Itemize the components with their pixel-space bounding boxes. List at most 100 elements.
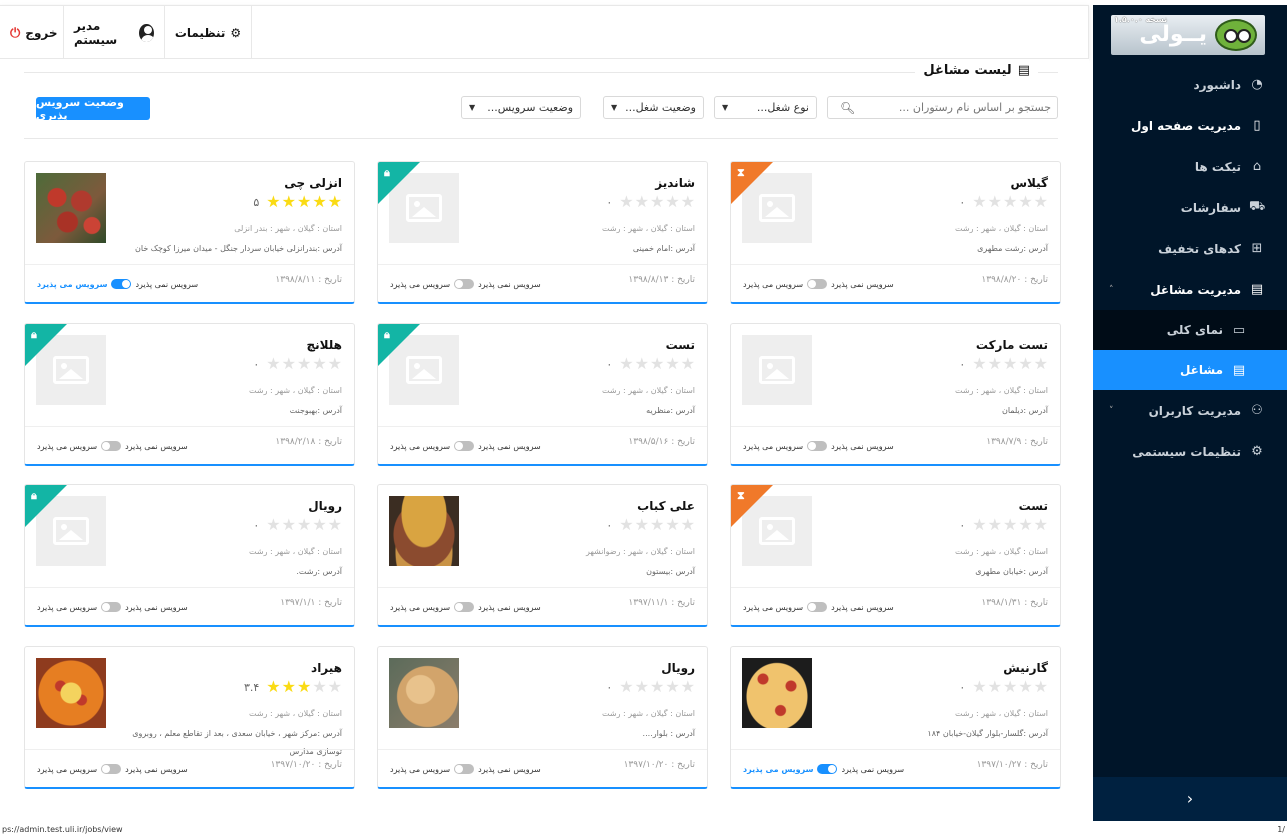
- job-card[interactable]: علی کباب ۰ ★ ★ ★ ★ ★ استان : گیلان ، شهر : رضوا…: [377, 484, 708, 627]
- service-toggle-group: سرویس می پذیرد سرویس نمی پذیرد: [743, 441, 894, 451]
- job-status-select[interactable]: وضعیت شغل... ▼: [603, 96, 704, 119]
- sidebar-item-label: مشاغل: [1179, 363, 1223, 377]
- job-date: تاریخ : ۱۳۹۸/۲/۱۸: [275, 437, 342, 447]
- service-toggle[interactable]: [817, 764, 838, 774]
- search-input[interactable]: [855, 101, 1051, 114]
- service-on-label: سرویس می پذیرد: [390, 441, 451, 451]
- star-icon: ★: [296, 354, 312, 373]
- star-icon: ★: [312, 354, 327, 373]
- logo[interactable]: نسخه ۱.۵.۰.۰ یــولی: [1111, 15, 1265, 55]
- job-address: آدرس :خیابان مطهری: [975, 567, 1048, 576]
- divider: [25, 749, 354, 750]
- logout-button[interactable]: ⏻ خروج: [0, 6, 68, 60]
- job-location: استان : گیلان ، شهر : رشت: [602, 224, 695, 233]
- job-card[interactable]: 🔒︎ شاندیز ۰ ★ ★ ★ ★ ★ استان : گیلان ، شهر : رشت آ…: [377, 161, 708, 304]
- collapse-sidebar-button[interactable]: ›: [1093, 777, 1287, 821]
- service-toggle-group: سرویس می پذیرد سرویس نمی پذیرد: [37, 764, 188, 774]
- job-location: استان : گیلان ، شهر : رشت: [602, 709, 695, 718]
- search-box[interactable]: 🔍︎: [827, 96, 1058, 119]
- sidebar-item-system-settings[interactable]: ⚙ تنظیمات سیستمی: [1093, 431, 1287, 472]
- service-on-label: سرویس می پذیرد: [37, 602, 98, 612]
- service-on-label: سرویس می پذیرد: [743, 279, 804, 289]
- star-icon: ★: [619, 354, 634, 373]
- job-card[interactable]: ⧗ گیلاس ۰ ★ ★ ★ ★ ★ استان : گیلان ، شهر : رشت آدر…: [730, 161, 1061, 304]
- star-icon: ★: [281, 515, 296, 534]
- sidebar-item-jobs[interactable]: ▤ مشاغل: [1093, 350, 1287, 390]
- lock-icon: 🔒︎: [384, 166, 390, 179]
- sidebar-item-discounts[interactable]: ⊞ کدهای تخفیف: [1093, 228, 1287, 269]
- service-toggle[interactable]: [454, 602, 475, 612]
- service-toggle-group: سرویس می پذیرد سرویس نمی پذیرد: [390, 441, 541, 451]
- status-bar: ps://admin.test.uli.ir/jobs/view 1/: [0, 825, 1287, 839]
- service-toggle[interactable]: [454, 279, 475, 289]
- star-icon: ★: [972, 192, 987, 211]
- page-title-text: لیست مشاغل: [923, 63, 1012, 78]
- rating-value: ۰: [253, 518, 260, 532]
- job-card[interactable]: 🔒︎ رویال ۰ ★ ★ ★ ★ ★ استان : گیلان ، شهر : رشت آد…: [24, 484, 355, 627]
- job-card[interactable]: گارنیش ۰ ★ ★ ★ ★ ★ استان : گیلان ، شهر : رشت آدر…: [730, 646, 1061, 789]
- service-toggle[interactable]: [454, 441, 475, 451]
- gears-icon: ⚙: [230, 26, 242, 40]
- sidebar-item-orders[interactable]: ⛟ سفارشات: [1093, 187, 1287, 228]
- sidebar: نسخه ۱.۵.۰.۰ یــولی ◔ داشبورد ▯ مدیریت ص…: [1093, 5, 1287, 821]
- star-icon: ★: [281, 354, 296, 373]
- service-toggle-group: سرویس می پذیرد سرویس نمی پذیرد: [37, 602, 188, 612]
- job-address: آدرس :رشت.: [296, 567, 342, 576]
- service-toggle[interactable]: [807, 279, 828, 289]
- job-name: تست مارکت: [975, 338, 1048, 352]
- desktop-icon: ▭: [1232, 322, 1246, 338]
- sidebar-item-overview[interactable]: ▭ نمای کلی: [1093, 310, 1287, 350]
- star-icon: ★: [634, 515, 649, 534]
- service-toggle[interactable]: [807, 441, 828, 451]
- job-date: تاریخ : ۱۳۹۷/۱۰/۲۰: [623, 760, 695, 770]
- user-menu[interactable]: مدیر سیستم: [63, 6, 165, 60]
- job-image: [742, 335, 812, 405]
- star-icon: ★: [972, 677, 987, 696]
- job-name: هیراد: [311, 661, 342, 675]
- job-card[interactable]: هیراد ۳.۴ ★ ★ ★ ★ ★ استان : گیلان ، شهر : رشت آد…: [24, 646, 355, 789]
- job-card[interactable]: 🔒︎ هللانچ ۰ ★ ★ ★ ★ ★ استان : گیلان ، شهر : رشت آ…: [24, 323, 355, 466]
- lock-icon: 🔒︎: [31, 328, 37, 341]
- sidebar-item-users[interactable]: ⚇ مدیریت کاربران ˅: [1093, 390, 1287, 431]
- service-off-label: سرویس نمی پذیرد: [478, 764, 541, 774]
- service-toggle[interactable]: [454, 764, 475, 774]
- job-date: تاریخ : ۱۳۹۸/۸/۲۰: [981, 275, 1048, 285]
- rating: ۰ ★ ★ ★ ★ ★: [959, 194, 1048, 210]
- sidebar-item-dashboard[interactable]: ◔ داشبورد: [1093, 64, 1287, 105]
- shop-icon: ▤: [1017, 63, 1030, 78]
- service-status-select[interactable]: وضعیت سرویس... ▼: [461, 96, 581, 119]
- job-type-select[interactable]: نوع شغل... ▼: [714, 96, 817, 119]
- sidebar-item-homepage[interactable]: ▯ مدیریت صفحه اول: [1093, 105, 1287, 146]
- job-card[interactable]: ⧗ تست ۰ ★ ★ ★ ★ ★ استان : گیلان ، شهر : رشت آدرس …: [730, 484, 1061, 627]
- service-toggle[interactable]: [101, 441, 122, 451]
- star-icon: ★: [649, 515, 665, 534]
- rating: ۰ ★ ★ ★ ★ ★: [253, 356, 342, 372]
- sidebar-item-jobs-management[interactable]: ▤ مدیریت مشاغل ˄: [1093, 269, 1287, 310]
- sidebar-item-tickets[interactable]: ⌂ تیکت ها: [1093, 146, 1287, 187]
- job-name: انزلی چی: [284, 176, 342, 190]
- star-icon: ★: [296, 677, 312, 696]
- job-card[interactable]: انزلی چی ۵ ★ ★ ★ ★ ★ استان : گیلان ، شهر : بندر…: [24, 161, 355, 304]
- rating: ۰ ★ ★ ★ ★ ★: [253, 517, 342, 533]
- star-icon: ★: [987, 192, 1002, 211]
- service-toggle[interactable]: [111, 279, 132, 289]
- job-image: [36, 173, 106, 243]
- service-off-label: سرویس نمی پذیرد: [478, 441, 541, 451]
- service-toggle[interactable]: [807, 602, 828, 612]
- service-toggle[interactable]: [101, 764, 122, 774]
- job-card[interactable]: رویال ۰ ★ ★ ★ ★ ★ استان : گیلان ، شهر : رشت آدرس…: [377, 646, 708, 789]
- hourglass-icon: ⧗: [737, 166, 745, 179]
- divider: [731, 426, 1060, 427]
- job-card[interactable]: تست مارکت ۰ ★ ★ ★ ★ ★ استان : گیلان ، شهر : رشت…: [730, 323, 1061, 466]
- service-toggle[interactable]: [101, 602, 122, 612]
- star-icon: ★: [665, 192, 680, 211]
- settings-button[interactable]: تنظیمات ⚙: [165, 6, 252, 60]
- divider: [24, 72, 1058, 73]
- status-url: ps://admin.test.uli.ir/jobs/view: [2, 825, 123, 834]
- service-status-button[interactable]: وضعیت سرویس پذیری: [36, 96, 150, 122]
- job-card[interactable]: 🔒︎ تست ۰ ★ ★ ★ ★ ★ استان : گیلان ، شهر : رشت آدرس…: [377, 323, 708, 466]
- chevron-down-icon: ˅: [1109, 405, 1114, 416]
- divider: [378, 264, 707, 265]
- service-off-label: سرویس نمی پذیرد: [125, 764, 188, 774]
- service-on-label: سرویس می پذیرد: [743, 441, 804, 451]
